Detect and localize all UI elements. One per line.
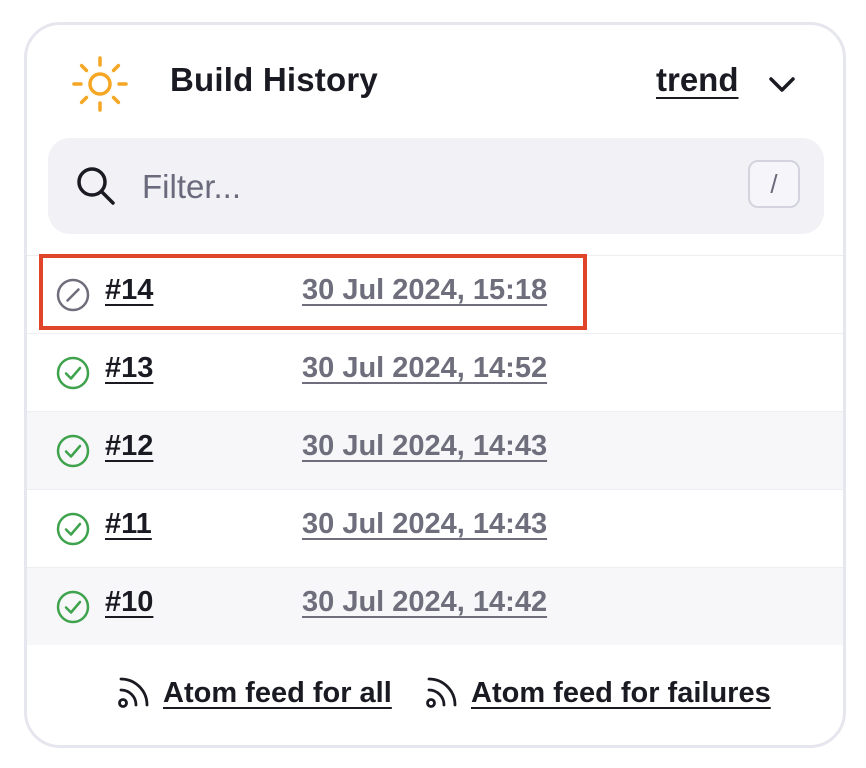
filter-input[interactable] <box>140 160 704 214</box>
build-date-link[interactable]: 30 Jul 2024, 14:52 <box>302 352 547 385</box>
build-row[interactable]: #14 30 Jul 2024, 15:18 <box>27 254 843 333</box>
build-number-link[interactable]: #11 <box>105 508 152 541</box>
rss-icon <box>118 677 149 708</box>
feed-links: Atom feed for all Atom feed for failures <box>27 645 843 735</box>
build-row[interactable]: #13 30 Jul 2024, 14:52 <box>27 333 843 411</box>
aborted-status-icon <box>56 278 90 312</box>
build-number-link[interactable]: #14 <box>105 274 153 307</box>
success-check-icon <box>56 434 90 468</box>
feed-label: Atom feed for failures <box>471 677 771 709</box>
filter-bar: / <box>48 138 824 234</box>
success-check-icon <box>56 356 90 390</box>
feed-label: Atom feed for all <box>163 677 392 709</box>
build-row[interactable]: #12 30 Jul 2024, 14:43 <box>27 411 843 489</box>
page-title: Build History <box>170 61 378 98</box>
build-number-link[interactable]: #10 <box>105 586 153 619</box>
success-check-icon <box>56 512 90 546</box>
build-list: #14 30 Jul 2024, 15:18 #13 30 Jul 2024, … <box>27 254 843 645</box>
build-number-link[interactable]: #12 <box>105 430 153 463</box>
keyboard-shortcut-badge: / <box>748 160 800 208</box>
build-row[interactable]: #11 30 Jul 2024, 14:43 <box>27 489 843 567</box>
build-history-header: Build History trend <box>27 25 843 135</box>
build-date-link[interactable]: 30 Jul 2024, 15:18 <box>302 274 547 307</box>
build-date-link[interactable]: 30 Jul 2024, 14:42 <box>302 586 547 619</box>
build-number-link[interactable]: #13 <box>105 352 153 385</box>
rss-icon <box>426 677 457 708</box>
trend-link[interactable]: trend <box>656 61 739 99</box>
build-date-link[interactable]: 30 Jul 2024, 14:43 <box>302 508 547 541</box>
search-icon <box>77 167 115 205</box>
build-history-card: Build History trend / #14 30 Jul 2024, 1… <box>24 22 846 748</box>
chevron-down-icon[interactable] <box>767 69 797 99</box>
success-check-icon <box>56 590 90 624</box>
build-row[interactable]: #10 30 Jul 2024, 14:42 <box>27 567 843 645</box>
sun-icon <box>72 56 128 112</box>
build-date-link[interactable]: 30 Jul 2024, 14:43 <box>302 430 547 463</box>
